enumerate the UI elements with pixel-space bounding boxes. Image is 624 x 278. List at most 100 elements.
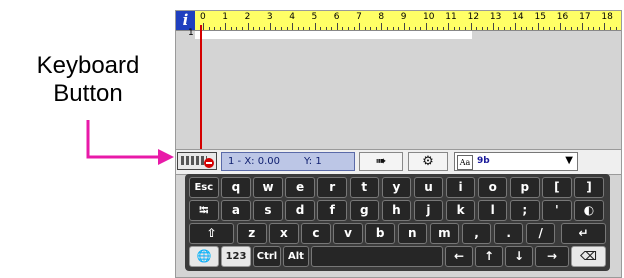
arrow-left-key[interactable]: ← [445, 246, 473, 267]
ruler-tick [370, 27, 372, 30]
callout-line-2: Button [53, 80, 123, 107]
key-x[interactable]: x [269, 223, 299, 244]
arrow-up-key[interactable]: ↑ [475, 246, 503, 267]
ruler-tick [236, 27, 238, 30]
gear-icon: ⚙ [422, 154, 434, 169]
key-semicolon[interactable]: ; [510, 200, 540, 221]
keyboard-callout-arrowhead [158, 149, 174, 165]
ruler-tick [593, 27, 595, 30]
ruler-tick [582, 23, 584, 30]
ruler-tick [353, 27, 355, 30]
ruler-tick [504, 27, 506, 30]
key-n[interactable]: n [397, 223, 428, 244]
key-u[interactable]: u [413, 177, 444, 198]
ruler-tick [481, 27, 483, 30]
globe-key[interactable]: 🌐 [189, 246, 219, 267]
ruler-tick [264, 27, 266, 30]
ruler-tick [565, 27, 567, 30]
editor-line[interactable] [195, 31, 472, 39]
key-h[interactable]: h [381, 200, 412, 221]
close-keyboard-icon [204, 158, 214, 168]
key-bracket-right[interactable]: ] [574, 177, 604, 198]
key-tab[interactable]: ⭾ [189, 200, 219, 221]
ruler-tick [526, 27, 528, 30]
ruler-number: 6 [333, 12, 340, 22]
ruler-tick [414, 27, 416, 30]
ruler-tick [286, 27, 288, 30]
ruler-tick [381, 23, 383, 30]
x-coordinate: 1 - X: 0.00 [228, 156, 280, 167]
key-b[interactable]: b [365, 223, 395, 244]
arrow-right-key[interactable]: → [535, 246, 569, 267]
key-c[interactable]: c [301, 223, 331, 244]
ruler-tick [331, 27, 333, 30]
ruler-tick [409, 27, 411, 30]
key-a[interactable]: a [221, 200, 251, 221]
numbers-key[interactable]: 123 [221, 246, 251, 267]
ruler-number: 17 [579, 12, 591, 22]
ruler-tick [554, 27, 556, 30]
ruler-tick [487, 27, 489, 30]
key-l[interactable]: l [477, 200, 508, 221]
ruler-number: 13 [489, 12, 502, 22]
key-w[interactable]: w [253, 177, 283, 198]
next-button[interactable]: ➠ [359, 152, 403, 171]
key-quote[interactable]: ' [542, 200, 572, 221]
ruler-tick [219, 27, 221, 30]
keyboard-button[interactable] [177, 152, 217, 170]
key-enter[interactable]: ↵ [561, 223, 606, 244]
ctrl-key[interactable]: Ctrl [253, 246, 281, 267]
ruler-number: 18 [601, 12, 613, 22]
backspace-key[interactable]: ⌫ [571, 246, 606, 267]
key-s[interactable]: s [253, 200, 283, 221]
ruler-tick [292, 23, 294, 30]
font-size-select[interactable]: Aa 9b ▼ [454, 152, 578, 171]
key-e[interactable]: e [285, 177, 315, 198]
settings-button[interactable]: ⚙ [408, 152, 448, 171]
ruler-tick [225, 23, 227, 30]
ruler-tick [431, 27, 433, 30]
key-m[interactable]: m [429, 223, 460, 244]
key-p[interactable]: p [510, 177, 540, 198]
ruler[interactable]: i 0 1 2 3 4 5 6 7 8 9 10 11 12 13 14 15 16 17 18 [176, 11, 621, 31]
ruler-tick [498, 27, 500, 30]
key-slash[interactable]: / [525, 223, 556, 244]
space-key[interactable] [311, 246, 443, 267]
key-o[interactable]: o [477, 177, 508, 198]
key-d[interactable]: d [285, 200, 315, 221]
key-k[interactable]: k [445, 200, 476, 221]
ruler-tick [398, 27, 400, 30]
key-j[interactable]: j [413, 200, 444, 221]
ruler-tick [392, 27, 394, 30]
ruler-tick [347, 27, 349, 30]
key-esc[interactable]: Esc [189, 177, 219, 198]
arrow-right-icon: ➠ [375, 154, 387, 169]
arrow-down-key[interactable]: ↓ [505, 246, 533, 267]
key-r[interactable]: r [317, 177, 347, 198]
ruler-tick [570, 27, 572, 30]
ruler-number: 16 [556, 12, 569, 22]
ruler-number: 14 [512, 12, 524, 22]
key-z[interactable]: z [237, 223, 267, 244]
key-g[interactable]: g [349, 200, 380, 221]
key-period[interactable]: . [493, 223, 524, 244]
key-f[interactable]: f [317, 200, 347, 221]
ruler-number: 2 [244, 12, 251, 22]
ruler-tick [470, 23, 472, 30]
key-bracket-left[interactable]: [ [542, 177, 572, 198]
key-v[interactable]: v [333, 223, 363, 244]
ruler-tick [214, 27, 216, 30]
key-comma[interactable]: , [461, 223, 492, 244]
key-shift[interactable]: ⇧ [189, 223, 234, 244]
key-i[interactable]: i [445, 177, 476, 198]
key-y[interactable]: y [381, 177, 412, 198]
alt-key[interactable]: Alt [283, 246, 309, 267]
font-icon: Aa [457, 155, 473, 170]
ruler-tick [275, 27, 277, 30]
key-t[interactable]: t [349, 177, 380, 198]
chevron-down-icon: ▼ [565, 155, 573, 166]
key-theme-toggle[interactable]: ◐ [574, 200, 604, 221]
key-q[interactable]: q [221, 177, 251, 198]
ruler-number: 12 [467, 12, 480, 22]
ruler-tick [615, 27, 617, 30]
